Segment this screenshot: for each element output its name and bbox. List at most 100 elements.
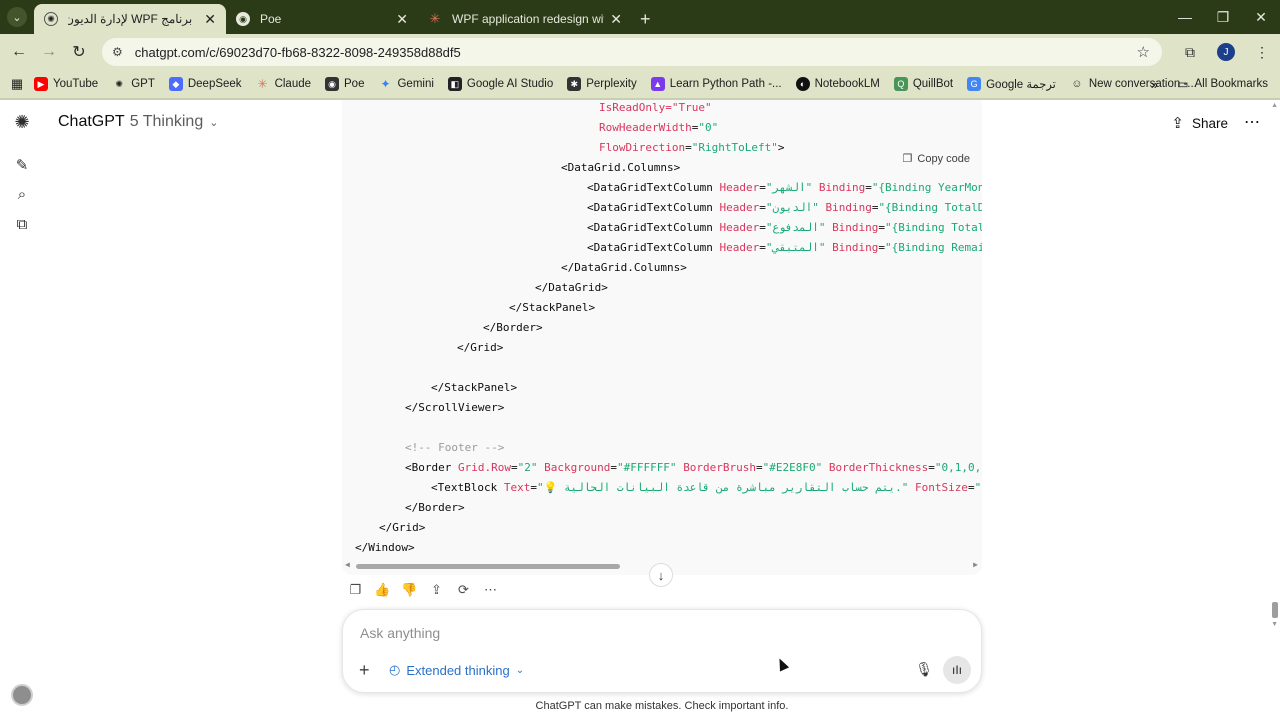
toolbar-right: ⧉ J ⋮ — [1172, 34, 1280, 70]
browser-toolbar: ← → ↻ ⚙ chatgpt.com/c/69023d70-fb68-8322… — [0, 34, 1280, 70]
chatgpt-app: ✺ ✎ ⌕ ⧉ ChatGPT 5 Thinking ⌄ ⇪ Share ⋯ I… — [0, 100, 1280, 720]
voice-mode-button[interactable]: ıIı — [943, 656, 971, 684]
back-icon[interactable]: ← — [4, 43, 34, 61]
more-bookmarks-icon[interactable]: » — [1151, 77, 1158, 92]
message-actions: ❐ 👍 👎 ⇪ ⟳ ⋯ — [342, 582, 504, 598]
code-token: </Border> — [405, 501, 465, 514]
chevron-down-icon: ⌄ — [7, 7, 27, 27]
code-line: <DataGridTextColumn Header="المدفوع" Bin… — [587, 218, 982, 238]
bookmark-google-ai-studio[interactable]: ◧ Google AI Studio — [447, 77, 553, 91]
code-line: <DataGridTextColumn Header="الشهر" Bindi… — [587, 178, 982, 198]
copy-code-button[interactable]: ❐ Copy code — [898, 152, 970, 165]
claude-icon: ✳ — [429, 11, 441, 26]
code-token: "0,1,0,0" — [934, 461, 982, 474]
profile-avatar[interactable]: J — [1217, 43, 1235, 61]
forward-icon[interactable]: → — [34, 43, 64, 61]
composer[interactable]: Ask anything + ◴ Extended thinking ⌄ 🎙 ı… — [342, 609, 982, 693]
bookmark-gemini[interactable]: ✦ Gemini — [378, 77, 433, 91]
prompt-input[interactable]: Ask anything — [360, 625, 440, 641]
library-icon[interactable]: ⧉ — [12, 216, 32, 233]
extended-thinking-button[interactable]: ◴ Extended thinking ⌄ — [389, 662, 524, 678]
more-options-icon[interactable]: ⋯ — [1244, 112, 1260, 132]
code-line: </Border> — [483, 318, 543, 338]
horizontal-scrollbar[interactable] — [356, 564, 620, 569]
openai-logo-icon[interactable]: ✺ — [12, 112, 32, 133]
code-token: = — [685, 141, 692, 154]
tab-claude[interactable]: ✳ WPF application redesign with c ✕ — [418, 4, 632, 34]
code-token: FontSize — [914, 481, 968, 494]
more-menu-icon[interactable]: ⋮ — [1244, 44, 1280, 61]
code-token: = — [759, 241, 766, 254]
page-scroll-up-icon[interactable]: ▲ — [1271, 102, 1278, 109]
tab-chatgpt[interactable]: ✺ برنامج WPF لإدارة الديون ✕ — [34, 4, 226, 34]
code-token: Header — [719, 181, 760, 194]
close-window-icon[interactable]: ✕ — [1242, 9, 1280, 26]
bookmark-notebooklm[interactable]: ◐ NotebookLM — [795, 77, 880, 91]
code-token: "{Binding Remaining, — [885, 241, 982, 254]
tab-search-button[interactable]: ⌄ — [0, 0, 34, 34]
code-line: RowHeaderWidth="0" — [599, 118, 718, 138]
model-selector[interactable]: ChatGPT 5 Thinking ⌄ — [58, 113, 218, 131]
youtube-icon: ▶ — [34, 77, 48, 91]
extensions-icon[interactable]: ⧉ — [1172, 44, 1208, 61]
code-token: = — [530, 481, 537, 494]
new-chat-icon[interactable]: ✎ — [12, 156, 32, 174]
code-token: </DataGrid.Columns> — [561, 261, 687, 274]
bookmark-gpt[interactable]: ✺ GPT — [112, 77, 154, 91]
minimize-icon[interactable]: — — [1166, 9, 1204, 25]
apps-grid-icon[interactable]: ▦ — [0, 76, 34, 92]
bookmark-star-icon[interactable]: ☆ — [1137, 43, 1150, 61]
new-tab-button[interactable]: + — [640, 4, 651, 34]
code-line: </Border> — [405, 498, 465, 518]
code-token: > — [777, 141, 785, 154]
maximize-icon[interactable]: ❐ — [1204, 9, 1242, 26]
code-line: IsReadOnly="True" — [599, 100, 712, 118]
code-token: "{Binding TotalPaid — [885, 221, 982, 234]
close-tab-icon[interactable]: ✕ — [610, 11, 622, 28]
code-line: <TextBlock Text="💡 يتم حساب التقارير مبا… — [431, 478, 982, 498]
share-button[interactable]: ⇪ Share — [1171, 114, 1228, 132]
bookmark-deepseek[interactable]: ◆ DeepSeek — [168, 77, 242, 91]
bookmark-perplexity[interactable]: ✱ Perplexity — [567, 77, 637, 91]
site-info-icon[interactable]: ⚙ — [112, 45, 123, 59]
bookmark-youtube[interactable]: ▶ YouTube — [34, 77, 98, 91]
code-line: FlowDirection="RightToLeft"> — [599, 138, 784, 158]
code-token: <TextBlock — [431, 481, 504, 494]
microphone-icon[interactable]: 🎙 — [915, 661, 933, 678]
code-line: </StackPanel> — [509, 298, 595, 318]
add-attachment-icon[interactable]: + — [359, 660, 370, 681]
search-icon[interactable]: ⌕ — [12, 186, 32, 203]
bookmark-claude[interactable]: ✳ Claude — [256, 77, 311, 91]
bookmark-poe[interactable]: ◉ Poe — [325, 77, 364, 91]
url-text[interactable]: chatgpt.com/c/69023d70-fb68-8322-8098-24… — [135, 45, 461, 60]
code-token: = — [759, 181, 766, 194]
all-bookmarks[interactable]: ▭ All Bookmarks — [1177, 77, 1268, 91]
regenerate-icon[interactable]: ⟳ — [450, 582, 477, 598]
code-token: Binding — [832, 241, 879, 254]
bookmark-label: YouTube — [53, 78, 99, 90]
share-icon[interactable]: ⇪ — [423, 582, 450, 598]
user-avatar[interactable] — [11, 684, 33, 706]
page-scrollbar[interactable] — [1272, 602, 1278, 618]
bookmark-google-translate[interactable]: G Google ترجمة — [967, 77, 1056, 91]
bookmark-quillbot[interactable]: Q QuillBot — [893, 77, 953, 91]
code-token: "الشهر" — [765, 181, 813, 194]
close-tab-icon[interactable]: ✕ — [204, 11, 216, 28]
copy-icon[interactable]: ❐ — [342, 582, 369, 598]
bookmark-label: Learn Python Path -... — [669, 78, 782, 90]
code-token: <DataGridTextColumn — [587, 241, 720, 254]
tab-poe[interactable]: ◉ Poe ✕ — [226, 4, 418, 34]
scroll-left-icon[interactable]: ◀ — [345, 560, 350, 569]
close-tab-icon[interactable]: ✕ — [396, 11, 408, 28]
bookmark-learn-python[interactable]: ▲ Learn Python Path -... — [650, 77, 782, 91]
reload-icon[interactable]: ↻ — [64, 42, 94, 62]
scroll-right-icon[interactable]: ▶ — [973, 560, 978, 569]
scroll-to-bottom-button[interactable]: ↓ — [649, 563, 673, 587]
thumbs-down-icon[interactable]: 👎 — [396, 582, 423, 598]
more-icon[interactable]: ⋯ — [477, 582, 504, 598]
notebooklm-icon: ◐ — [795, 77, 810, 91]
code-token: Grid.Row — [457, 461, 511, 474]
address-bar[interactable]: ⚙ chatgpt.com/c/69023d70-fb68-8322-8098-… — [102, 38, 1162, 66]
thumbs-up-icon[interactable]: 👍 — [369, 582, 396, 598]
page-scroll-down-icon[interactable]: ▼ — [1271, 621, 1278, 628]
